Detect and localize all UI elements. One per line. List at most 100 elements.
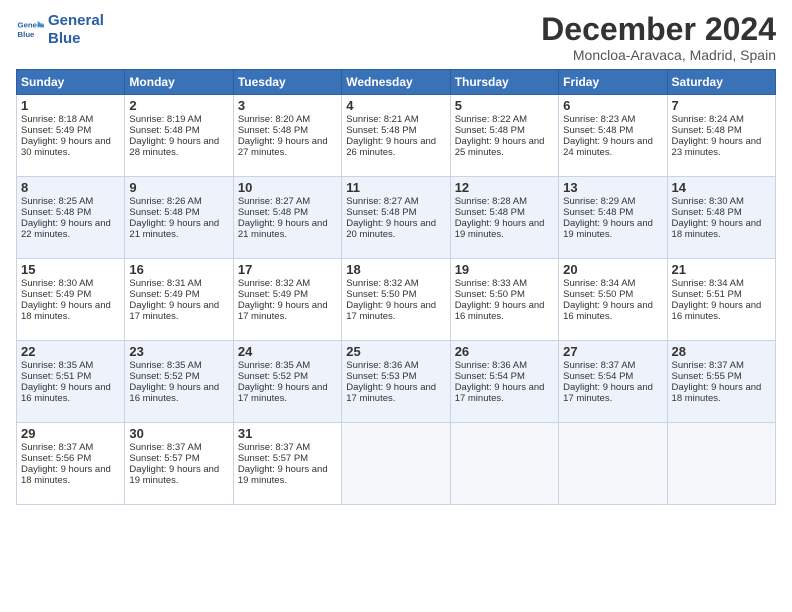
daylight: Daylight: 9 hours and 18 minutes. xyxy=(672,382,762,404)
sunset: Sunset: 5:48 PM xyxy=(238,207,308,218)
daylight: Daylight: 9 hours and 26 minutes. xyxy=(346,136,436,158)
title-block: December 2024 Moncloa-Aravaca, Madrid, S… xyxy=(541,12,776,63)
sunrise: Sunrise: 8:31 AM xyxy=(129,278,201,289)
day-number: 9 xyxy=(129,180,228,195)
calendar-cell: 12Sunrise: 8:28 AMSunset: 5:48 PMDayligh… xyxy=(450,177,558,259)
day-number: 21 xyxy=(672,262,771,277)
day-number: 19 xyxy=(455,262,554,277)
calendar-cell: 6Sunrise: 8:23 AMSunset: 5:48 PMDaylight… xyxy=(559,95,667,177)
sunrise: Sunrise: 8:19 AM xyxy=(129,114,201,125)
day-number: 8 xyxy=(21,180,120,195)
sunrise: Sunrise: 8:27 AM xyxy=(346,196,418,207)
day-number: 31 xyxy=(238,426,337,441)
sunrise: Sunrise: 8:37 AM xyxy=(672,360,744,371)
sunrise: Sunrise: 8:22 AM xyxy=(455,114,527,125)
sunset: Sunset: 5:50 PM xyxy=(346,289,416,300)
daylight: Daylight: 9 hours and 24 minutes. xyxy=(563,136,653,158)
location-title: Moncloa-Aravaca, Madrid, Spain xyxy=(541,47,776,63)
daylight: Daylight: 9 hours and 27 minutes. xyxy=(238,136,328,158)
calendar-week-1: 1Sunrise: 8:18 AMSunset: 5:49 PMDaylight… xyxy=(17,95,776,177)
sunrise: Sunrise: 8:30 AM xyxy=(672,196,744,207)
daylight: Daylight: 9 hours and 19 minutes. xyxy=(129,464,219,486)
calendar-cell: 8Sunrise: 8:25 AMSunset: 5:48 PMDaylight… xyxy=(17,177,125,259)
sunset: Sunset: 5:49 PM xyxy=(129,289,199,300)
sunrise: Sunrise: 8:25 AM xyxy=(21,196,93,207)
col-header-saturday: Saturday xyxy=(667,70,775,95)
col-header-sunday: Sunday xyxy=(17,70,125,95)
daylight: Daylight: 9 hours and 19 minutes. xyxy=(563,218,653,240)
daylight: Daylight: 9 hours and 18 minutes. xyxy=(21,300,111,322)
sunset: Sunset: 5:48 PM xyxy=(455,125,525,136)
sunset: Sunset: 5:54 PM xyxy=(563,371,633,382)
daylight: Daylight: 9 hours and 16 minutes. xyxy=(129,382,219,404)
sunset: Sunset: 5:54 PM xyxy=(455,371,525,382)
sunrise: Sunrise: 8:37 AM xyxy=(21,442,93,453)
calendar-cell xyxy=(450,423,558,505)
daylight: Daylight: 9 hours and 16 minutes. xyxy=(21,382,111,404)
header: General Blue General Blue December 2024 … xyxy=(16,12,776,63)
sunrise: Sunrise: 8:30 AM xyxy=(21,278,93,289)
calendar-week-2: 8Sunrise: 8:25 AMSunset: 5:48 PMDaylight… xyxy=(17,177,776,259)
sunset: Sunset: 5:50 PM xyxy=(455,289,525,300)
sunset: Sunset: 5:52 PM xyxy=(238,371,308,382)
sunset: Sunset: 5:56 PM xyxy=(21,453,91,464)
calendar-cell: 31Sunrise: 8:37 AMSunset: 5:57 PMDayligh… xyxy=(233,423,341,505)
day-number: 12 xyxy=(455,180,554,195)
day-number: 24 xyxy=(238,344,337,359)
day-number: 7 xyxy=(672,98,771,113)
sunrise: Sunrise: 8:37 AM xyxy=(563,360,635,371)
calendar-cell: 9Sunrise: 8:26 AMSunset: 5:48 PMDaylight… xyxy=(125,177,233,259)
calendar-cell: 20Sunrise: 8:34 AMSunset: 5:50 PMDayligh… xyxy=(559,259,667,341)
sunrise: Sunrise: 8:32 AM xyxy=(346,278,418,289)
daylight: Daylight: 9 hours and 19 minutes. xyxy=(455,218,545,240)
sunrise: Sunrise: 8:35 AM xyxy=(21,360,93,371)
month-title: December 2024 xyxy=(541,12,776,47)
sunrise: Sunrise: 8:21 AM xyxy=(346,114,418,125)
calendar-cell: 5Sunrise: 8:22 AMSunset: 5:48 PMDaylight… xyxy=(450,95,558,177)
daylight: Daylight: 9 hours and 18 minutes. xyxy=(672,218,762,240)
daylight: Daylight: 9 hours and 19 minutes. xyxy=(238,464,328,486)
sunrise: Sunrise: 8:24 AM xyxy=(672,114,744,125)
daylight: Daylight: 9 hours and 16 minutes. xyxy=(455,300,545,322)
calendar-cell: 28Sunrise: 8:37 AMSunset: 5:55 PMDayligh… xyxy=(667,341,775,423)
calendar-cell: 1Sunrise: 8:18 AMSunset: 5:49 PMDaylight… xyxy=(17,95,125,177)
sunrise: Sunrise: 8:32 AM xyxy=(238,278,310,289)
calendar-cell: 23Sunrise: 8:35 AMSunset: 5:52 PMDayligh… xyxy=(125,341,233,423)
calendar-table: SundayMondayTuesdayWednesdayThursdayFrid… xyxy=(16,69,776,505)
sunset: Sunset: 5:49 PM xyxy=(238,289,308,300)
day-number: 5 xyxy=(455,98,554,113)
sunset: Sunset: 5:50 PM xyxy=(563,289,633,300)
daylight: Daylight: 9 hours and 22 minutes. xyxy=(21,218,111,240)
sunrise: Sunrise: 8:36 AM xyxy=(346,360,418,371)
daylight: Daylight: 9 hours and 30 minutes. xyxy=(21,136,111,158)
sunrise: Sunrise: 8:34 AM xyxy=(563,278,635,289)
sunrise: Sunrise: 8:37 AM xyxy=(238,442,310,453)
sunset: Sunset: 5:48 PM xyxy=(346,207,416,218)
day-number: 4 xyxy=(346,98,445,113)
calendar-cell: 14Sunrise: 8:30 AMSunset: 5:48 PMDayligh… xyxy=(667,177,775,259)
calendar-cell: 7Sunrise: 8:24 AMSunset: 5:48 PMDaylight… xyxy=(667,95,775,177)
sunset: Sunset: 5:48 PM xyxy=(563,207,633,218)
sunset: Sunset: 5:48 PM xyxy=(563,125,633,136)
day-number: 1 xyxy=(21,98,120,113)
sunset: Sunset: 5:48 PM xyxy=(455,207,525,218)
day-number: 29 xyxy=(21,426,120,441)
sunrise: Sunrise: 8:35 AM xyxy=(129,360,201,371)
logo: General Blue General Blue xyxy=(16,12,104,48)
day-number: 10 xyxy=(238,180,337,195)
calendar-cell: 15Sunrise: 8:30 AMSunset: 5:49 PMDayligh… xyxy=(17,259,125,341)
calendar-cell: 2Sunrise: 8:19 AMSunset: 5:48 PMDaylight… xyxy=(125,95,233,177)
day-number: 13 xyxy=(563,180,662,195)
sunset: Sunset: 5:51 PM xyxy=(21,371,91,382)
daylight: Daylight: 9 hours and 23 minutes. xyxy=(672,136,762,158)
svg-text:Blue: Blue xyxy=(18,30,36,39)
sunset: Sunset: 5:57 PM xyxy=(129,453,199,464)
sunrise: Sunrise: 8:34 AM xyxy=(672,278,744,289)
logo-text-line2: Blue xyxy=(48,30,104,48)
sunset: Sunset: 5:53 PM xyxy=(346,371,416,382)
calendar-cell: 3Sunrise: 8:20 AMSunset: 5:48 PMDaylight… xyxy=(233,95,341,177)
calendar-cell: 10Sunrise: 8:27 AMSunset: 5:48 PMDayligh… xyxy=(233,177,341,259)
calendar-cell: 17Sunrise: 8:32 AMSunset: 5:49 PMDayligh… xyxy=(233,259,341,341)
calendar-cell xyxy=(667,423,775,505)
logo-text-line1: General xyxy=(48,12,104,30)
